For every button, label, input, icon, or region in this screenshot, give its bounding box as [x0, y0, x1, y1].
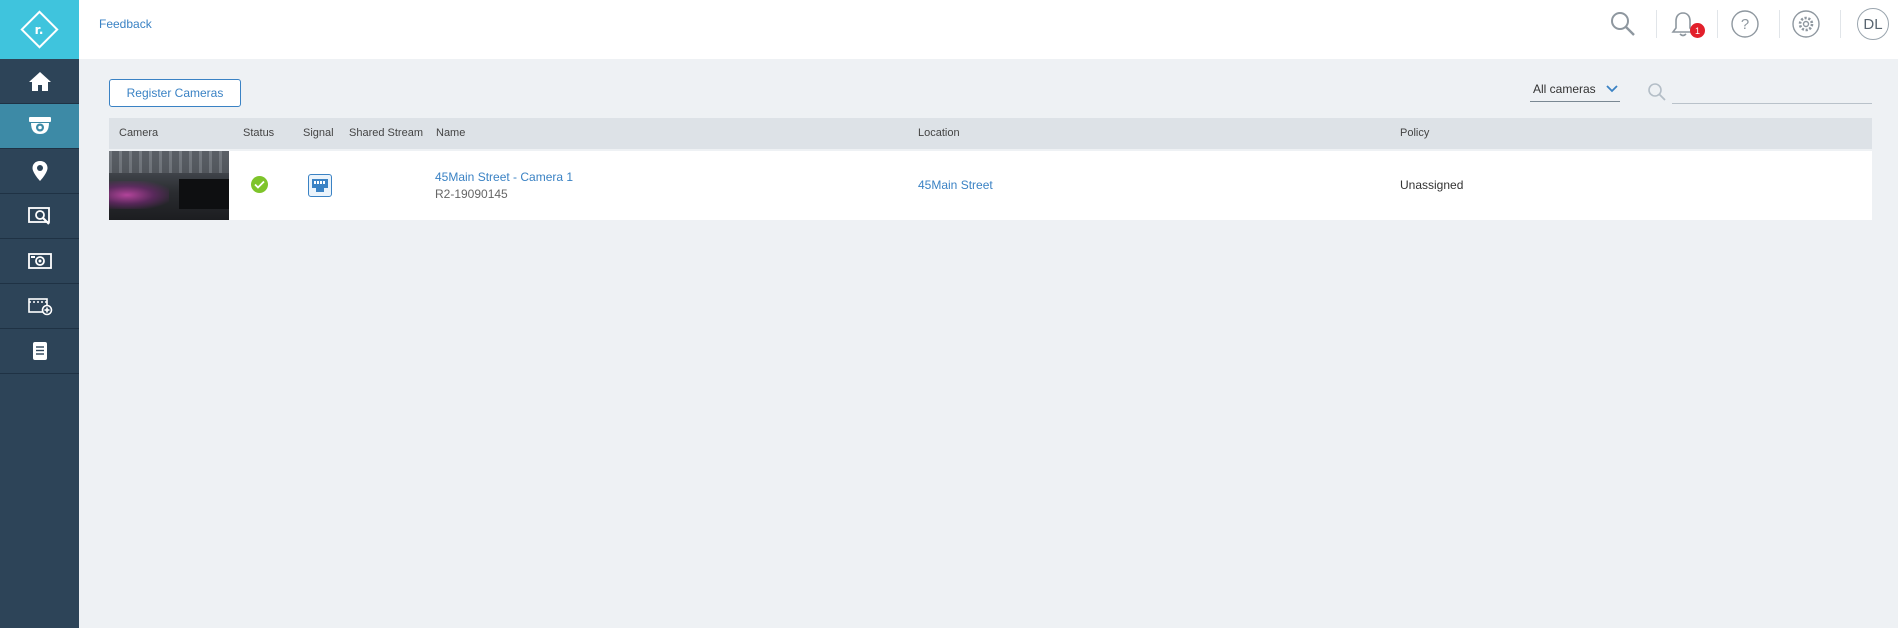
- video-wall-icon: [27, 253, 52, 269]
- search-footage-icon: [27, 207, 50, 225]
- chevron-down-icon: [1606, 85, 1618, 93]
- column-header-name[interactable]: Name: [436, 127, 465, 139]
- register-cameras-button[interactable]: Register Cameras: [109, 79, 241, 107]
- gear-icon: [1792, 10, 1820, 38]
- camera-filter-select[interactable]: All cameras: [1530, 80, 1620, 102]
- sidebar-item-clips[interactable]: [0, 284, 79, 329]
- header-divider: [1779, 10, 1780, 38]
- sidebar-item-video-wall[interactable]: [0, 239, 79, 284]
- header-divider: [1840, 10, 1841, 38]
- feedback-link[interactable]: Feedback: [99, 17, 152, 31]
- header-divider: [1717, 10, 1718, 38]
- notification-badge: 1: [1690, 23, 1705, 38]
- sidebar: r.: [0, 0, 79, 628]
- status-online-icon: [251, 176, 268, 193]
- column-header-status[interactable]: Status: [243, 127, 274, 139]
- clip-add-icon: [27, 298, 52, 316]
- header-divider: [1656, 10, 1657, 38]
- camera-policy: Unassigned: [1400, 178, 1464, 192]
- sidebar-item-search-footage[interactable]: [0, 194, 79, 239]
- camera-filter-value: All cameras: [1533, 82, 1596, 96]
- column-header-policy[interactable]: Policy: [1400, 127, 1429, 139]
- help-button[interactable]: ?: [1729, 8, 1761, 40]
- search-icon: [1611, 12, 1635, 36]
- column-header-camera[interactable]: Camera: [119, 127, 158, 139]
- sidebar-item-cameras[interactable]: [0, 104, 79, 149]
- sidebar-item-locations[interactable]: [0, 149, 79, 194]
- notifications-button[interactable]: 1: [1667, 8, 1705, 40]
- table-search-icon: [1648, 83, 1666, 101]
- user-avatar[interactable]: DL: [1857, 8, 1889, 40]
- table-row[interactable]: 45Main Street - Camera 1 R2-19090145 45M…: [109, 151, 1872, 220]
- logo-diamond-icon: r.: [20, 10, 59, 49]
- ethernet-signal-icon: [308, 174, 332, 197]
- camera-serial: R2-19090145: [435, 187, 508, 201]
- global-search-button[interactable]: [1607, 8, 1639, 40]
- camera-location-link[interactable]: 45Main Street: [918, 178, 993, 192]
- settings-button[interactable]: [1790, 8, 1822, 40]
- document-icon: [32, 342, 47, 360]
- svg-text:?: ?: [1741, 16, 1749, 33]
- column-header-location[interactable]: Location: [918, 127, 960, 139]
- top-bar: Feedback 1 ? DL: [79, 0, 1898, 59]
- camera-thumbnail[interactable]: [109, 151, 229, 220]
- help-icon: ?: [1731, 10, 1759, 38]
- camera-name-link[interactable]: 45Main Street - Camera 1: [435, 170, 573, 184]
- home-icon: [28, 72, 51, 91]
- sidebar-item-reports[interactable]: [0, 329, 79, 374]
- column-header-signal[interactable]: Signal: [303, 127, 334, 139]
- table-search-input[interactable]: [1672, 80, 1872, 104]
- sidebar-item-home[interactable]: [0, 59, 79, 104]
- column-header-shared-stream[interactable]: Shared Stream: [349, 127, 423, 139]
- logo-text: r.: [35, 22, 44, 37]
- logo[interactable]: r.: [0, 0, 79, 59]
- location-pin-icon: [32, 161, 47, 181]
- table-header: Camera Status Signal Shared Stream Name …: [109, 118, 1872, 149]
- camera-icon: [28, 117, 51, 134]
